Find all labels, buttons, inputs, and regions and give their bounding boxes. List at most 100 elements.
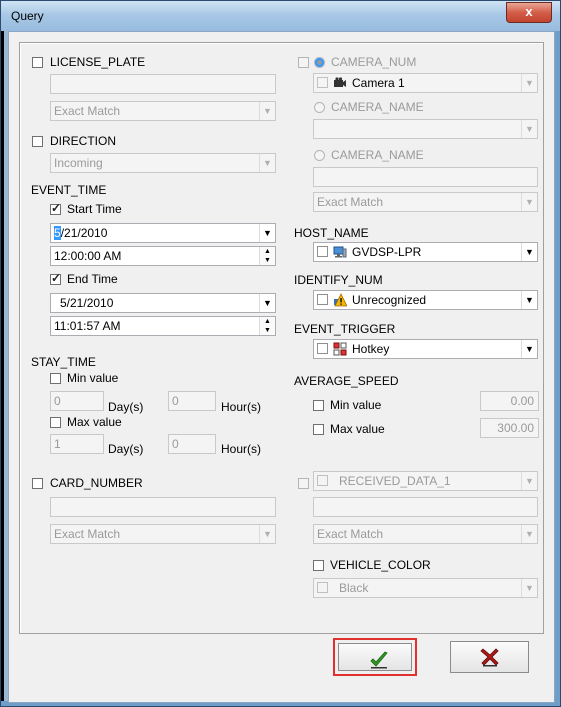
chevron-down-icon[interactable]: ▼ bbox=[521, 525, 537, 543]
end-time-checkbox[interactable] bbox=[50, 271, 61, 285]
identify-num-item-checkbox[interactable] bbox=[317, 294, 328, 305]
ok-button-face[interactable] bbox=[338, 643, 412, 671]
vehicle-color-label: VEHICLE_COLOR bbox=[330, 558, 431, 572]
start-date-rest: /21/2010 bbox=[60, 226, 108, 240]
card-number-checkbox[interactable] bbox=[32, 478, 43, 489]
spinner-arrows-icon[interactable]: ▲ ▼ bbox=[259, 247, 275, 265]
direction-select[interactable]: Incoming ▼ bbox=[50, 153, 276, 173]
end-time-spinner[interactable]: 11:01:57 AM ▲ ▼ bbox=[50, 316, 276, 336]
event-trigger-item-checkbox[interactable] bbox=[317, 343, 328, 354]
event-trigger-label: EVENT_TRIGGER bbox=[294, 322, 396, 336]
stay-min-hours-input[interactable]: 0 bbox=[168, 391, 216, 411]
received-data-label: RECEIVED_DATA_1 bbox=[339, 474, 451, 488]
vehicle-color-checkbox[interactable] bbox=[313, 560, 324, 571]
stay-min-checkbox[interactable] bbox=[50, 373, 61, 384]
window-title: Query bbox=[11, 9, 44, 23]
speed-max-checkbox[interactable] bbox=[313, 424, 324, 435]
stay-max-days-input[interactable]: 1 bbox=[50, 434, 104, 454]
camera-checkbox[interactable] bbox=[298, 57, 309, 68]
received-data-field-select[interactable]: RECEIVED_DATA_1 ▼ bbox=[313, 471, 538, 491]
start-time-spinner[interactable]: 12:00:00 AM ▲ ▼ bbox=[50, 246, 276, 266]
received-data-item-checkbox[interactable] bbox=[317, 475, 328, 486]
host-name-item-checkbox[interactable] bbox=[317, 246, 328, 257]
vehicle-color-select[interactable]: Black ▼ bbox=[313, 578, 538, 598]
start-date-picker[interactable]: 5/21/2010 ▼ bbox=[50, 223, 276, 243]
stay-max-checkbox[interactable] bbox=[50, 417, 61, 428]
host-name-label: HOST_NAME bbox=[294, 226, 369, 240]
camera-name-label-2: CAMERA_NAME bbox=[331, 148, 424, 162]
x-icon bbox=[480, 648, 499, 667]
title-bar[interactable]: Query x bbox=[1, 1, 560, 31]
chevron-down-icon[interactable]: ▼ bbox=[259, 525, 275, 543]
chevron-down-icon[interactable]: ▼ bbox=[259, 154, 275, 172]
speed-min-label: Min value bbox=[330, 398, 382, 412]
end-date-picker[interactable]: 5/21/2010 ▼ bbox=[50, 293, 276, 313]
card-number-match-select[interactable]: Exact Match ▼ bbox=[50, 524, 276, 544]
camera-name-radio-1[interactable] bbox=[314, 102, 325, 113]
event-time-label: EVENT_TIME bbox=[31, 183, 107, 197]
chevron-down-icon[interactable]: ▼ bbox=[259, 102, 275, 120]
camera-name-select[interactable]: ▼ bbox=[313, 119, 538, 139]
card-number-label: CARD_NUMBER bbox=[50, 476, 143, 490]
chevron-down-icon[interactable]: ▼ bbox=[521, 579, 537, 597]
received-data-input[interactable] bbox=[313, 497, 538, 517]
license-plate-checkbox[interactable] bbox=[32, 57, 43, 68]
stay-max-hours-input[interactable]: 0 bbox=[168, 434, 216, 454]
camera-name-match-value: Exact Match bbox=[317, 195, 384, 209]
chevron-down-icon[interactable]: ▼ bbox=[521, 340, 537, 358]
received-data-checkbox[interactable] bbox=[298, 478, 309, 489]
chevron-down-icon[interactable]: ▼ bbox=[259, 294, 275, 312]
chevron-down-icon[interactable]: ▼ bbox=[521, 472, 537, 490]
query-criteria-group: LICENSE_PLATE Exact Match ▼ DIRECTION In… bbox=[19, 42, 544, 634]
camera-num-value: Camera 1 bbox=[352, 76, 405, 90]
camera-name-label-1: CAMERA_NAME bbox=[331, 100, 424, 114]
close-button[interactable]: x bbox=[506, 2, 552, 23]
camera-num-item-checkbox[interactable] bbox=[317, 77, 328, 88]
license-plate-match-select[interactable]: Exact Match ▼ bbox=[50, 101, 276, 121]
direction-checkbox[interactable] bbox=[32, 136, 43, 147]
chevron-down-icon[interactable]: ▼ bbox=[521, 74, 537, 92]
chevron-down-icon[interactable]: ▼ bbox=[521, 193, 537, 211]
speed-min-checkbox[interactable] bbox=[313, 400, 324, 411]
license-plate-match-value: Exact Match bbox=[54, 104, 121, 118]
direction-label: DIRECTION bbox=[50, 134, 116, 148]
camera-num-select[interactable]: Camera 1 ▼ bbox=[313, 73, 538, 93]
window-left-edge bbox=[1, 31, 8, 701]
camera-name-radio-2[interactable] bbox=[314, 150, 325, 161]
chevron-down-icon[interactable]: ▼ bbox=[521, 243, 537, 261]
stay-time-label: STAY_TIME bbox=[31, 355, 96, 369]
average-speed-label: AVERAGE_SPEED bbox=[294, 374, 399, 388]
event-trigger-select[interactable]: Hotkey ▼ bbox=[313, 339, 538, 359]
dialog-client-area: LICENSE_PLATE Exact Match ▼ DIRECTION In… bbox=[8, 31, 555, 703]
camera-num-radio[interactable] bbox=[314, 57, 325, 68]
camera-name-match-select[interactable]: Exact Match ▼ bbox=[313, 192, 538, 212]
start-time-checkbox[interactable] bbox=[50, 201, 61, 215]
speed-min-input[interactable]: 0.00 bbox=[480, 391, 539, 411]
stay-max-days-unit: Day(s) bbox=[108, 442, 144, 456]
host-name-select[interactable]: GVDSP-LPR ▼ bbox=[313, 242, 538, 262]
start-time-value: 12:00:00 AM bbox=[54, 249, 122, 263]
license-plate-input[interactable] bbox=[50, 74, 276, 94]
end-date-value: 5/21/2010 bbox=[60, 296, 114, 310]
ok-button[interactable] bbox=[333, 638, 417, 676]
vehicle-color-item-checkbox[interactable] bbox=[317, 582, 328, 593]
identify-num-value: Unrecognized bbox=[352, 293, 427, 307]
chevron-down-icon[interactable]: ▼ bbox=[259, 224, 275, 242]
cancel-button[interactable] bbox=[450, 641, 529, 673]
stay-min-days-input[interactable]: 0 bbox=[50, 391, 104, 411]
direction-value: Incoming bbox=[54, 156, 103, 170]
identify-num-select[interactable]: Unrecognized ▼ bbox=[313, 290, 538, 310]
hotkey-icon bbox=[333, 342, 347, 356]
chevron-down-icon[interactable]: ▼ bbox=[521, 291, 537, 309]
warning-icon bbox=[333, 293, 348, 307]
camera-name-input[interactable] bbox=[313, 167, 538, 187]
received-data-match-select[interactable]: Exact Match ▼ bbox=[313, 524, 538, 544]
end-time-value: 11:01:57 AM bbox=[54, 319, 121, 333]
chevron-down-icon[interactable]: ▼ bbox=[521, 120, 537, 138]
start-date-month-selected: 5 bbox=[54, 226, 61, 240]
card-number-input[interactable] bbox=[50, 497, 276, 517]
stay-max-hours-unit: Hour(s) bbox=[221, 442, 262, 456]
end-time-label: End Time bbox=[67, 272, 118, 286]
speed-max-input[interactable]: 300.00 bbox=[480, 418, 539, 438]
spinner-arrows-icon[interactable]: ▲ ▼ bbox=[259, 317, 275, 335]
